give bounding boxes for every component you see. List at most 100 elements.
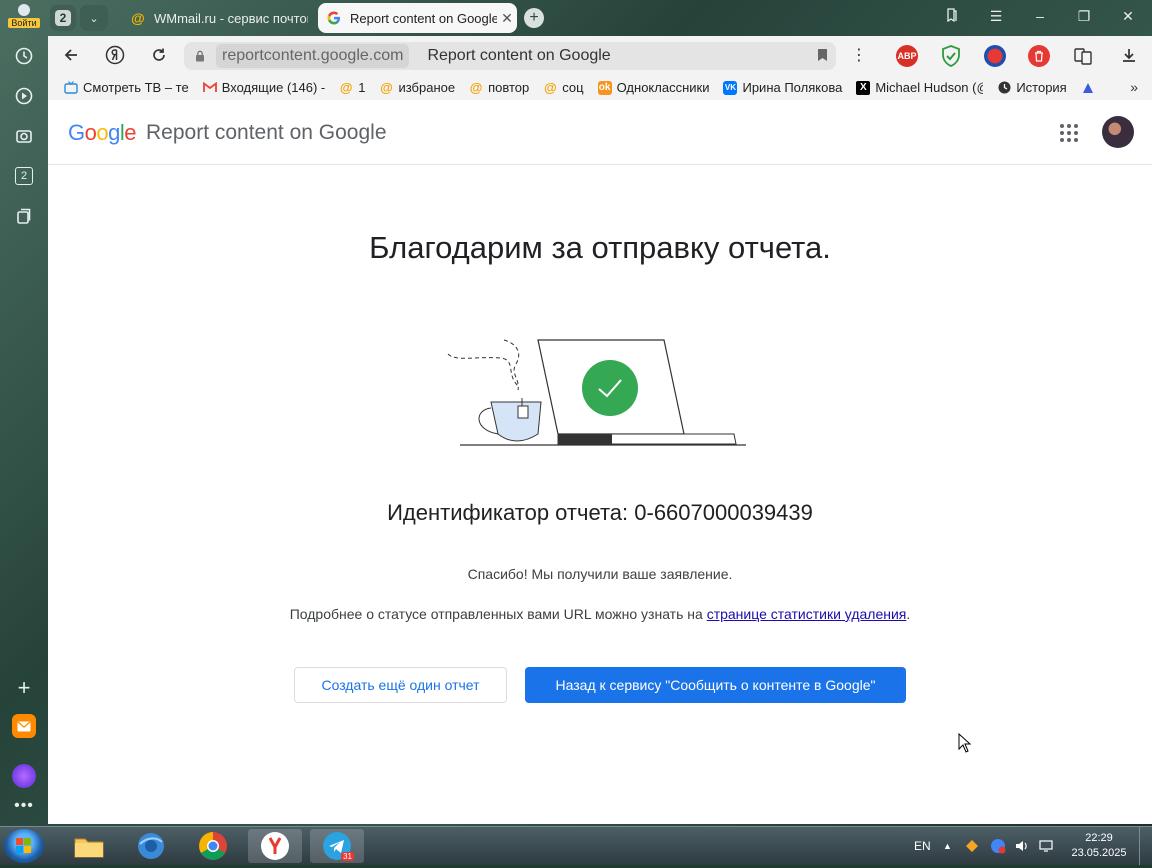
translate-icon[interactable] bbox=[1072, 45, 1094, 67]
history-icon bbox=[997, 81, 1011, 95]
adblock-plus-icon[interactable]: ABP bbox=[896, 45, 918, 67]
play-icon[interactable] bbox=[10, 82, 38, 110]
bookmark-item[interactable] bbox=[1081, 81, 1100, 95]
clock-icon[interactable] bbox=[10, 42, 38, 70]
download-icon[interactable] bbox=[1118, 44, 1140, 66]
page-content: Google Report content on Google Благодар… bbox=[48, 100, 1152, 824]
navigation-bar: reportcontent.google.com Report content … bbox=[48, 36, 1152, 74]
bookmark-item[interactable]: Смотреть ТВ – те bbox=[64, 80, 189, 95]
telegram-badge: 31 bbox=[341, 852, 354, 861]
login-button[interactable]: Войти bbox=[6, 4, 42, 32]
tray-app-icon[interactable] bbox=[964, 827, 980, 865]
camera-icon[interactable] bbox=[10, 122, 38, 150]
wmmail-icon: @ bbox=[380, 80, 393, 95]
tab-strip: 2 ⌄ @ WMmail.ru - сервис почтовых рассыл… bbox=[48, 0, 1152, 36]
tab-count-button[interactable]: 2 bbox=[50, 5, 76, 31]
bookmark-item[interactable]: @ 1 bbox=[339, 80, 366, 95]
create-another-report-button[interactable]: Создать ещё один отчет bbox=[294, 667, 507, 703]
bookmark-item[interactable]: @ соц bbox=[543, 80, 584, 95]
wmmail-icon: @ bbox=[469, 80, 483, 95]
login-label: Войти bbox=[8, 18, 40, 28]
bookmark-item[interactable]: ok Одноклассники bbox=[597, 80, 710, 95]
bookmark-item[interactable]: Входящие (146) - bbox=[202, 80, 325, 95]
close-icon[interactable]: ✕ bbox=[497, 10, 517, 27]
internet-explorer-icon[interactable] bbox=[124, 829, 178, 863]
bookmark-item[interactable]: @ избраное bbox=[379, 80, 455, 95]
bookmark-label: Ирина Полякова bbox=[742, 80, 843, 95]
kebab-menu-icon[interactable]: ⋮ bbox=[848, 44, 870, 66]
alice-icon[interactable] bbox=[10, 762, 38, 790]
show-desktop-button[interactable] bbox=[1139, 827, 1152, 865]
tv-icon bbox=[64, 81, 78, 95]
collections-icon[interactable] bbox=[10, 202, 38, 230]
mail-icon[interactable] bbox=[10, 712, 38, 740]
add-icon[interactable]: + bbox=[10, 674, 38, 702]
status-end: . bbox=[906, 606, 911, 622]
yandex-icon[interactable] bbox=[104, 44, 126, 66]
bookmark-icon[interactable] bbox=[817, 48, 828, 65]
status-paragraph: Подробнее о статусе отправленных вами UR… bbox=[48, 606, 1152, 622]
shield-check-icon[interactable] bbox=[940, 45, 962, 67]
more-icon[interactable]: ••• bbox=[10, 792, 38, 820]
tray-expand-icon[interactable]: ▲ bbox=[943, 827, 952, 865]
tabs-count-label: 2 bbox=[15, 167, 33, 185]
bookmark-label: Смотреть ТВ – те bbox=[83, 80, 189, 95]
bookmark-label: 1 bbox=[358, 80, 366, 95]
status-text: Подробнее о статусе отправленных вами UR… bbox=[289, 606, 707, 622]
removal-stats-link[interactable]: странице статистики удаления bbox=[707, 606, 907, 622]
volume-icon[interactable] bbox=[1014, 827, 1030, 865]
yandex-browser-icon[interactable] bbox=[248, 829, 302, 863]
vk-icon: VK bbox=[723, 80, 738, 95]
apps-grid-icon[interactable] bbox=[1060, 124, 1078, 142]
user-icon bbox=[18, 4, 30, 16]
tabs-count-icon[interactable]: 2 bbox=[10, 162, 38, 190]
reload-icon[interactable] bbox=[148, 44, 170, 66]
wmmail-icon: @ bbox=[543, 80, 557, 95]
menu-icon[interactable]: ☰ bbox=[986, 8, 1006, 25]
chrome-icon[interactable] bbox=[186, 829, 240, 863]
bookmark-label: повтор bbox=[488, 80, 530, 95]
url-domain: reportcontent.google.com bbox=[216, 44, 410, 68]
window-close-icon[interactable]: ✕ bbox=[1118, 8, 1138, 25]
report-id: Идентификатор отчета: 0-6607000039439 bbox=[387, 500, 813, 525]
back-to-service-button[interactable]: Назад к сервису "Сообщить о контенте в G… bbox=[525, 667, 906, 703]
trash-icon[interactable] bbox=[1028, 45, 1050, 67]
wmmail-icon: @ bbox=[131, 10, 145, 26]
tab-title: Report content on Google bbox=[350, 10, 497, 26]
bookmark-label: История bbox=[1016, 80, 1067, 95]
bookmarks-panel-icon[interactable] bbox=[942, 8, 962, 25]
bookmark-item[interactable]: X Michael Hudson (@ bbox=[856, 80, 983, 95]
bookmark-label: Одноклассники bbox=[616, 80, 710, 95]
google-g-icon bbox=[326, 10, 342, 26]
address-bar[interactable]: reportcontent.google.com Report content … bbox=[184, 42, 836, 70]
minimize-icon[interactable]: – bbox=[1030, 8, 1050, 24]
new-tab-button[interactable]: + bbox=[524, 8, 544, 28]
network-icon[interactable] bbox=[1038, 827, 1054, 865]
bookmark-item[interactable]: История bbox=[997, 80, 1067, 95]
wmmail-icon: @ bbox=[339, 80, 353, 95]
google-logo[interactable]: Google bbox=[68, 120, 137, 146]
clock-date: 23.05.2025 bbox=[1071, 847, 1127, 859]
file-explorer-icon[interactable] bbox=[62, 829, 116, 863]
taskbar: 31 EN ▲ 22:29 23.05.2025 bbox=[0, 826, 1152, 865]
bookmarks-overflow-icon[interactable]: » bbox=[1130, 79, 1138, 95]
windows-start-icon[interactable] bbox=[4, 829, 44, 863]
tray-chrome-icon[interactable] bbox=[990, 827, 1006, 865]
tab-wmmail[interactable]: @ WMmail.ru - сервис почтовых рассылок bbox=[122, 3, 308, 33]
chevron-down-icon[interactable]: ⌄ bbox=[80, 5, 108, 31]
restore-icon[interactable]: ❐ bbox=[1074, 8, 1094, 25]
language-indicator[interactable]: EN bbox=[914, 827, 931, 865]
back-arrow-icon[interactable] bbox=[60, 44, 82, 66]
clock[interactable]: 22:29 23.05.2025 bbox=[1066, 827, 1132, 865]
mouse-cursor-icon bbox=[958, 733, 972, 753]
bookmark-item[interactable]: @ повтор bbox=[469, 80, 530, 95]
bookmark-item[interactable]: VK Ирина Полякова bbox=[723, 80, 842, 95]
bookmark-label: Michael Hudson (@ bbox=[875, 80, 984, 95]
tab-report-content[interactable]: Report content on Google ✕ bbox=[318, 3, 517, 33]
tab-count-label: 2 bbox=[55, 10, 71, 26]
extension-badge-icon[interactable] bbox=[984, 45, 1006, 67]
extension-app-icon bbox=[1081, 81, 1095, 95]
avatar[interactable] bbox=[1102, 116, 1134, 148]
url-page-title: Report content on Google bbox=[427, 47, 611, 64]
telegram-icon[interactable]: 31 bbox=[310, 829, 364, 863]
